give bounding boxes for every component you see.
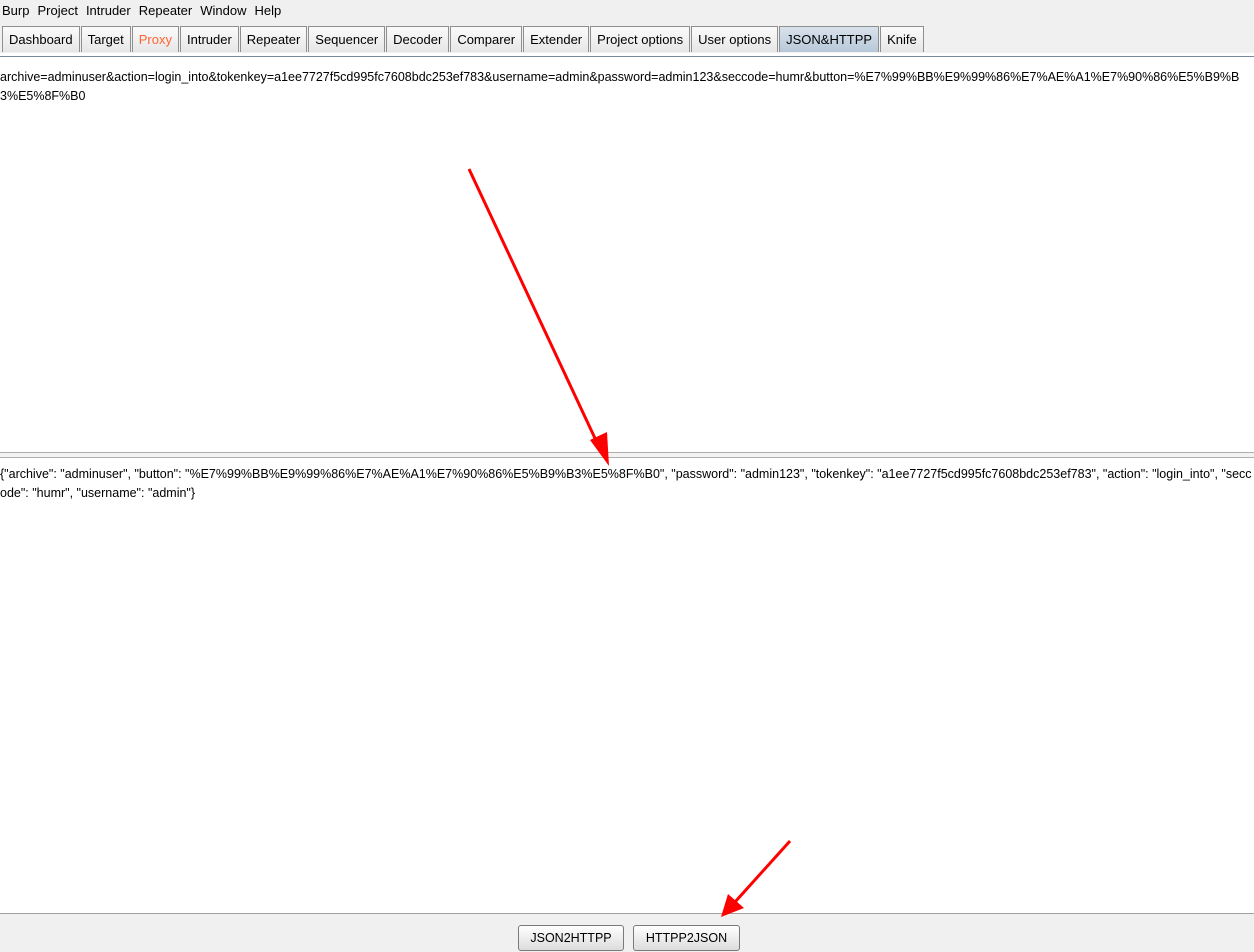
tab-knife[interactable]: Knife bbox=[880, 26, 924, 52]
json2http-button[interactable]: JSON2HTTPP bbox=[518, 925, 624, 951]
menu-project[interactable]: Project bbox=[33, 1, 81, 21]
http-text: archive=adminuser&action=login_into&toke… bbox=[0, 70, 1240, 103]
tab-list: Dashboard Target Proxy Intruder Repeater… bbox=[2, 26, 925, 52]
tab-comparer[interactable]: Comparer bbox=[450, 26, 523, 52]
tab-decoder[interactable]: Decoder bbox=[386, 26, 450, 52]
menu-help[interactable]: Help bbox=[250, 1, 285, 21]
tab-target[interactable]: Target bbox=[80, 26, 131, 52]
http-text-area[interactable]: archive=adminuser&action=login_into&toke… bbox=[0, 68, 1254, 452]
tab-sequencer[interactable]: Sequencer bbox=[308, 26, 386, 52]
json-text: {"archive": "adminuser", "button": "%E7%… bbox=[0, 467, 1252, 500]
tab-repeater[interactable]: Repeater bbox=[239, 26, 308, 52]
menu-burp[interactable]: Burp bbox=[0, 1, 33, 21]
tab-content-border bbox=[0, 53, 1254, 57]
tab-extender[interactable]: Extender bbox=[523, 26, 590, 52]
split-pane-divider[interactable] bbox=[0, 452, 1254, 458]
tab-dashboard[interactable]: Dashboard bbox=[2, 26, 80, 52]
menu-intruder[interactable]: Intruder bbox=[82, 1, 135, 21]
menu-window[interactable]: Window bbox=[196, 1, 250, 21]
tab-bar: Dashboard Target Proxy Intruder Repeater… bbox=[0, 22, 1254, 55]
menu-repeater[interactable]: Repeater bbox=[135, 1, 196, 21]
menu-bar: Burp Project Intruder Repeater Window He… bbox=[0, 0, 1254, 22]
tab-project-options[interactable]: Project options bbox=[590, 26, 691, 52]
tab-json-httpp[interactable]: JSON&HTTPP bbox=[779, 26, 880, 52]
tab-intruder[interactable]: Intruder bbox=[179, 26, 239, 52]
http2json-button[interactable]: HTTPP2JSON bbox=[633, 925, 740, 951]
tab-user-options[interactable]: User options bbox=[691, 26, 779, 52]
button-bar: JSON2HTTPP HTTPP2JSON bbox=[0, 913, 1254, 952]
tab-proxy[interactable]: Proxy bbox=[131, 26, 179, 52]
json-text-area[interactable]: {"archive": "adminuser", "button": "%E7%… bbox=[0, 465, 1254, 911]
